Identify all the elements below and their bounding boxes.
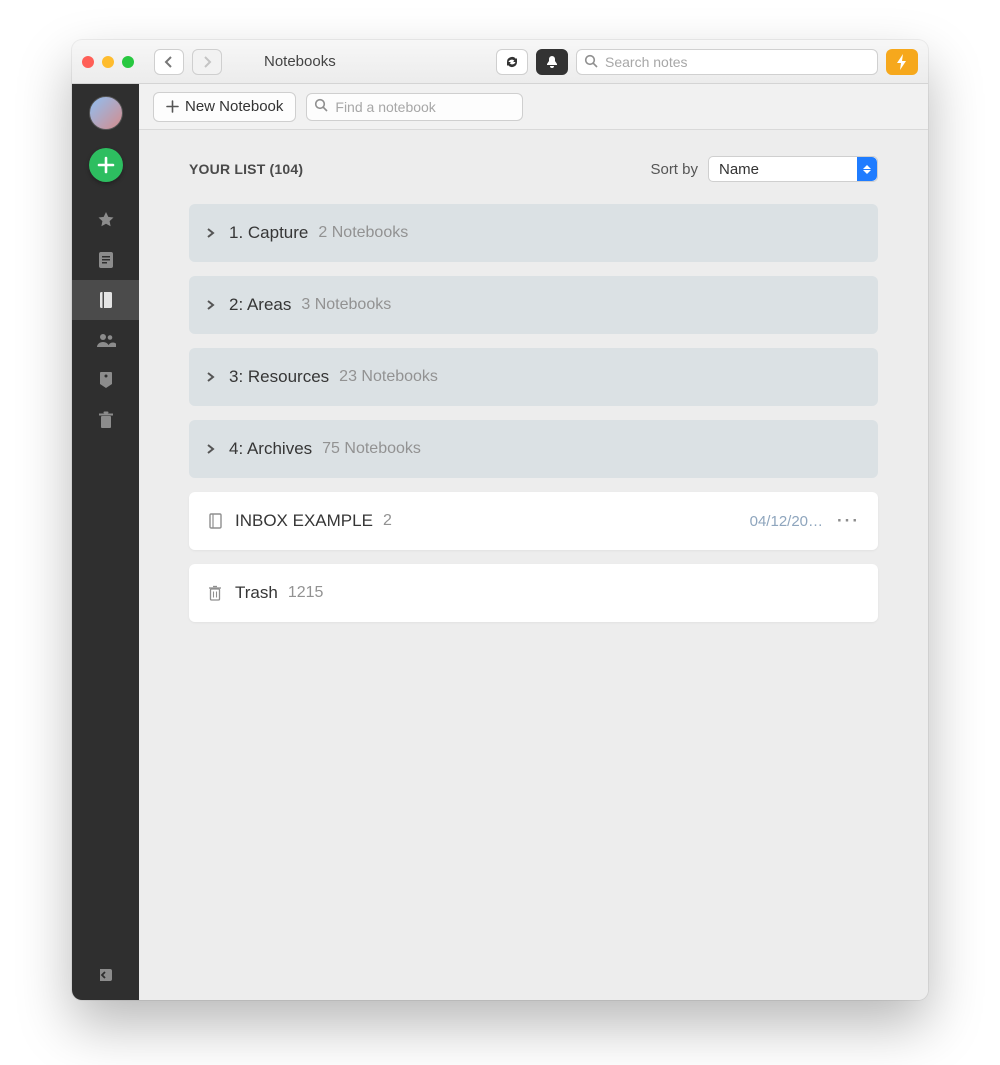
zoom-window-button[interactable] bbox=[122, 56, 134, 68]
stack-row[interactable]: 2: Areas 3 Notebooks bbox=[189, 276, 878, 334]
minimize-window-button[interactable] bbox=[102, 56, 114, 68]
notebook-icon bbox=[207, 513, 223, 529]
chevron-right-icon bbox=[202, 56, 212, 68]
collapse-icon bbox=[97, 966, 115, 984]
star-icon bbox=[97, 211, 115, 229]
find-notebook-search bbox=[306, 93, 523, 121]
note-icon bbox=[98, 251, 114, 269]
sort-control: Sort by Name bbox=[650, 156, 878, 182]
notebook-row[interactable]: INBOX EXAMPLE 2 04/12/20… ··· bbox=[189, 492, 878, 550]
stack-name: 2: Areas bbox=[229, 295, 291, 315]
notebook-name: INBOX EXAMPLE bbox=[235, 511, 373, 531]
stack-row[interactable]: 4: Archives 75 Notebooks bbox=[189, 420, 878, 478]
list-title: YOUR LIST (104) bbox=[189, 161, 303, 177]
notebook-count: 2 bbox=[383, 512, 392, 530]
disclosure-icon bbox=[207, 444, 215, 454]
sidebar-item-trash[interactable] bbox=[72, 400, 139, 440]
stack-meta: 75 Notebooks bbox=[322, 440, 421, 458]
main-panel: New Notebook YOUR LIST (104) Sort by bbox=[139, 84, 928, 1000]
notebook-date: 04/12/20… bbox=[750, 513, 823, 530]
sidebar-item-tags[interactable] bbox=[72, 360, 139, 400]
disclosure-icon bbox=[207, 228, 215, 238]
avatar[interactable] bbox=[89, 96, 123, 130]
notebook-icon bbox=[98, 291, 114, 309]
trash-count: 1215 bbox=[288, 584, 324, 602]
nav-forward-button[interactable] bbox=[192, 49, 222, 75]
stack-name: 4: Archives bbox=[229, 439, 312, 459]
chevron-updown-icon bbox=[857, 157, 877, 181]
sidebar-item-shortcuts[interactable] bbox=[72, 200, 139, 240]
trash-icon bbox=[98, 411, 114, 429]
sidebar-collapse-button[interactable] bbox=[72, 966, 139, 984]
stack-meta: 2 Notebooks bbox=[318, 224, 408, 242]
titlebar: Notebooks bbox=[72, 40, 928, 84]
trash-icon bbox=[207, 585, 223, 601]
chevron-left-icon bbox=[164, 56, 174, 68]
disclosure-icon bbox=[207, 300, 215, 310]
window-title: Notebooks bbox=[264, 53, 488, 70]
disclosure-icon bbox=[207, 372, 215, 382]
new-note-button[interactable] bbox=[89, 148, 123, 182]
sort-select[interactable]: Name bbox=[708, 156, 878, 182]
new-notebook-button[interactable]: New Notebook bbox=[153, 92, 296, 122]
stack-meta: 23 Notebooks bbox=[339, 368, 438, 386]
sidebar-item-notes[interactable] bbox=[72, 240, 139, 280]
upgrade-button[interactable] bbox=[886, 49, 918, 75]
global-search-input[interactable] bbox=[576, 49, 878, 75]
nav-back-button[interactable] bbox=[154, 49, 184, 75]
trash-row[interactable]: Trash 1215 bbox=[189, 564, 878, 622]
people-icon bbox=[96, 332, 116, 348]
close-window-button[interactable] bbox=[82, 56, 94, 68]
plus-icon bbox=[97, 156, 115, 174]
stack-name: 1. Capture bbox=[229, 223, 308, 243]
sidebar bbox=[72, 84, 139, 1000]
find-notebook-input[interactable] bbox=[306, 93, 523, 121]
sidebar-item-notebooks[interactable] bbox=[72, 280, 139, 320]
bell-icon bbox=[545, 55, 559, 69]
sync-icon bbox=[504, 54, 520, 70]
tag-icon bbox=[98, 371, 114, 389]
sort-select-value: Name bbox=[719, 161, 759, 178]
list-header: YOUR LIST (104) Sort by Name bbox=[189, 156, 878, 182]
trash-name: Trash bbox=[235, 583, 278, 603]
sort-by-label: Sort by bbox=[650, 161, 698, 178]
window-controls bbox=[82, 56, 134, 68]
global-search bbox=[576, 49, 878, 75]
content-area: YOUR LIST (104) Sort by Name 1. Captur bbox=[139, 130, 928, 1000]
stack-meta: 3 Notebooks bbox=[301, 296, 391, 314]
lightning-icon bbox=[895, 54, 909, 70]
notifications-button[interactable] bbox=[536, 49, 568, 75]
sidebar-item-shared[interactable] bbox=[72, 320, 139, 360]
stack-row[interactable]: 3: Resources 23 Notebooks bbox=[189, 348, 878, 406]
subheader: New Notebook bbox=[139, 84, 928, 130]
sync-button[interactable] bbox=[496, 49, 528, 75]
new-notebook-label: New Notebook bbox=[185, 98, 283, 115]
stack-row[interactable]: 1. Capture 2 Notebooks bbox=[189, 204, 878, 262]
stack-name: 3: Resources bbox=[229, 367, 329, 387]
plus-icon bbox=[166, 100, 179, 113]
app-window: Notebooks bbox=[72, 40, 928, 1000]
search-icon bbox=[584, 54, 599, 69]
more-actions-button[interactable]: ··· bbox=[837, 511, 860, 531]
search-icon bbox=[314, 98, 329, 113]
